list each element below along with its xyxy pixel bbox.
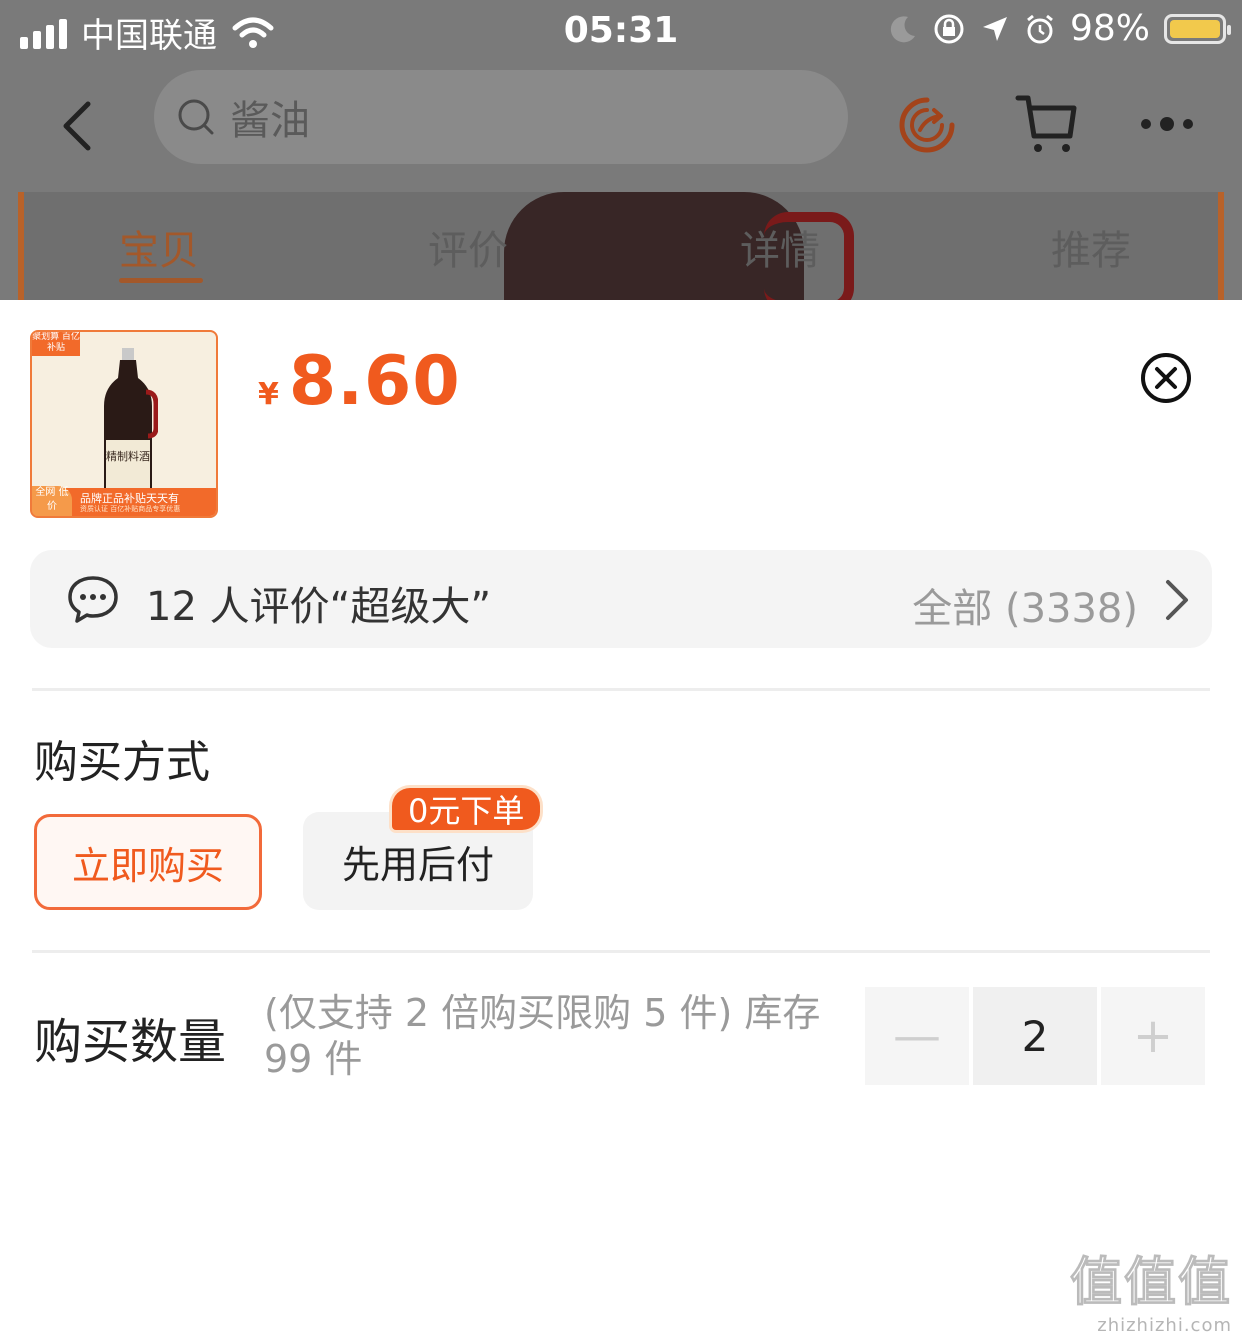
zero-yuan-order-tag: 0元下单 bbox=[392, 788, 541, 830]
status-bar: 中国联通 05:31 98% bbox=[0, 0, 1242, 64]
cart-icon[interactable] bbox=[1014, 92, 1080, 156]
tab-baby[interactable]: 宝贝 bbox=[119, 218, 199, 276]
tab-reviews[interactable]: 评价 bbox=[428, 218, 508, 276]
tab-underline bbox=[119, 278, 203, 283]
review-summary-bar[interactable]: 12 人评价“超级大” 全部 (3338) bbox=[30, 550, 1212, 648]
decrease-quantity-button[interactable]: — bbox=[865, 987, 969, 1085]
search-bar[interactable]: 酱油 bbox=[154, 70, 848, 164]
rotation-lock-icon bbox=[934, 14, 964, 43]
promo-strip-subtext: 资质认证 百亿补贴商品专享优惠 bbox=[80, 505, 181, 513]
chevron-right-icon bbox=[1166, 580, 1188, 620]
sku-sheet: 聚划算 百亿补贴 精制料酒 品牌正品补贴天天有 资质认证 百亿补贴商品专享优惠 … bbox=[0, 300, 1242, 1336]
divider bbox=[32, 688, 1210, 691]
bottle-image: 精制料酒 bbox=[104, 348, 158, 494]
background-page: 中国联通 05:31 98% 酱油 宝贝 评价 详情 推荐 bbox=[0, 0, 1242, 300]
product-thumbnail[interactable]: 聚划算 百亿补贴 精制料酒 品牌正品补贴天天有 资质认证 百亿补贴商品专享优惠 … bbox=[30, 330, 218, 518]
buy-now-option[interactable]: 立即购买 bbox=[34, 814, 262, 910]
quantity-limit-note: (仅支持 2 倍购买限购 5 件) 库存 99 件 bbox=[264, 991, 821, 1081]
search-query: 酱油 bbox=[230, 98, 310, 144]
quantity-stepper: — 2 + bbox=[865, 987, 1209, 1085]
share-icon[interactable] bbox=[896, 94, 958, 156]
increase-quantity-button[interactable]: + bbox=[1101, 987, 1205, 1085]
close-icon[interactable] bbox=[1140, 352, 1192, 404]
purchase-method-title: 购买方式 bbox=[34, 737, 210, 788]
location-icon bbox=[982, 16, 1007, 41]
alarm-icon bbox=[1027, 14, 1053, 43]
more-icon[interactable] bbox=[1138, 114, 1196, 134]
price: ¥ 8.60 bbox=[258, 342, 461, 421]
watermark-url: zhizhizhi.com bbox=[1097, 1315, 1232, 1336]
tab-details[interactable]: 详情 bbox=[740, 218, 820, 276]
subsidy-badge: 聚划算 百亿补贴 bbox=[32, 332, 80, 356]
price-currency: ¥ bbox=[258, 377, 279, 412]
quantity-value[interactable]: 2 bbox=[973, 987, 1097, 1085]
bottle-label-text: 精制料酒 bbox=[106, 449, 150, 463]
moon-icon bbox=[890, 15, 915, 42]
price-value: 8.60 bbox=[288, 342, 461, 421]
divider bbox=[32, 950, 1210, 953]
battery-icon bbox=[1164, 13, 1231, 44]
nav-bar: 酱油 bbox=[0, 64, 1242, 192]
tab-bar: 宝贝 评价 详情 推荐 bbox=[18, 192, 1224, 300]
watermark-logo: 值值值 bbox=[1069, 1253, 1232, 1314]
low-price-badge: 全网 低价 bbox=[32, 486, 72, 516]
battery-percent: 98% bbox=[1069, 8, 1150, 49]
chat-bubble-icon bbox=[68, 576, 118, 623]
back-arrow-icon[interactable] bbox=[58, 98, 98, 154]
tab-recommend[interactable]: 推荐 bbox=[1051, 218, 1131, 276]
review-summary-text: 12 人评价“超级大” bbox=[146, 584, 492, 630]
quantity-title: 购买数量 bbox=[34, 1014, 227, 1070]
review-all-count: 全部 (3338) bbox=[912, 586, 1138, 632]
search-icon bbox=[178, 99, 214, 135]
